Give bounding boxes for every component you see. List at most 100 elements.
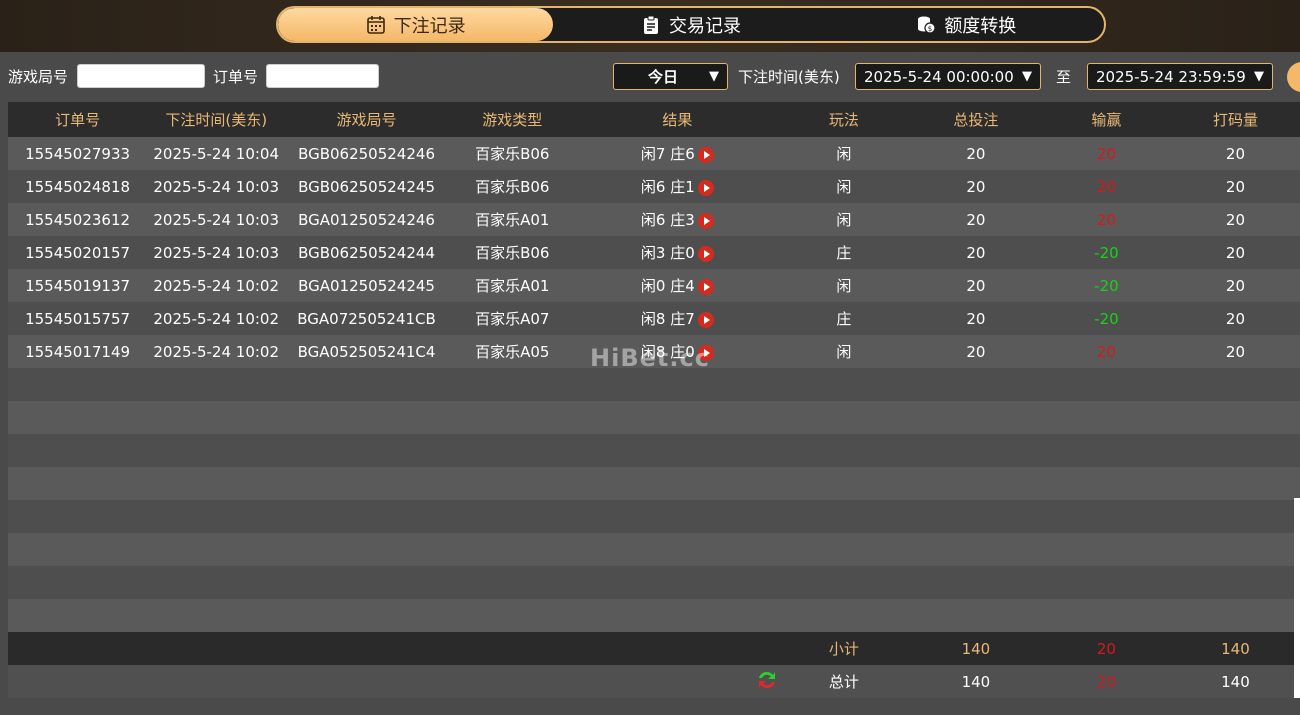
game-type-value: 百家乐B06 (475, 145, 550, 163)
svg-text:$: $ (928, 25, 932, 33)
turnover-value: 20 (1225, 276, 1245, 295)
play-replay-icon[interactable] (697, 311, 714, 328)
empty-cell (909, 500, 1042, 533)
win-loss-value: -20 (1094, 276, 1119, 295)
tab-credit-transfer[interactable]: $ 额度转换 (829, 8, 1104, 41)
empty-cell (147, 434, 286, 467)
summary-cell: 20 (1041, 665, 1171, 698)
empty-cell (1041, 500, 1171, 533)
table-header-row: 订单号 下注时间(美东) 游戏局号 游戏类型 结果 玩法 总投注 输赢 打码量 (8, 102, 1300, 137)
empty-cell (447, 500, 577, 533)
dropdown-arrow-icon: ▼ (1022, 69, 1032, 84)
bet-time-value: 2025-5-24 10:04 (153, 144, 280, 163)
tab-bet-records[interactable]: 下注记录 (278, 8, 554, 41)
end-time-select[interactable]: 2025-5-24 23:59:59 ▼ (1087, 63, 1273, 90)
empty-cell (147, 533, 286, 566)
empty-cell (1170, 566, 1300, 599)
empty-cell (777, 566, 910, 599)
cell-round-number: BGA01250524246 (285, 203, 448, 236)
cell-bet-time: 2025-5-24 10:03 (147, 236, 286, 269)
empty-cell (576, 467, 778, 500)
refresh-icon[interactable] (756, 669, 778, 695)
bet-type-value: 庄 (836, 310, 852, 328)
empty-cell (909, 533, 1042, 566)
order-number-input[interactable] (266, 64, 379, 88)
win-loss-value: -20 (1094, 309, 1119, 328)
empty-cell (777, 434, 910, 467)
empty-cell (777, 500, 910, 533)
bet-type-value: 闲 (836, 178, 852, 196)
bet-type-value: 庄 (836, 244, 852, 262)
period-value: 今日 (648, 68, 679, 86)
win-loss-value: 20 (1096, 342, 1116, 361)
cell-bet-type: 闲 (777, 137, 910, 170)
cell-win-loss: 20 (1041, 170, 1171, 203)
empty-row (8, 500, 1300, 533)
empty-cell (1170, 434, 1300, 467)
bet-time-value: 2025-5-24 10:03 (153, 243, 280, 262)
play-replay-icon[interactable] (697, 212, 714, 229)
dropdown-arrow-icon: ▼ (709, 69, 719, 84)
summary-cell: 140 (909, 665, 1042, 698)
empty-cell (777, 368, 910, 401)
cell-round-number: BGB06250524246 (285, 137, 448, 170)
to-label: 至 (1056, 68, 1072, 86)
empty-cell (147, 599, 286, 632)
play-replay-icon[interactable] (697, 179, 714, 196)
round-number-value: BGA052505241C4 (297, 342, 436, 361)
empty-cell (777, 533, 910, 566)
empty-cell (909, 566, 1042, 599)
cell-result: 闲3 庄0 (576, 236, 778, 269)
empty-cell (8, 566, 148, 599)
bet-records-table: 订单号 下注时间(美东) 游戏局号 游戏类型 结果 玩法 总投注 输赢 打码量 15545027… (8, 102, 1300, 698)
cell-round-number: BGA072505241CB (285, 302, 448, 335)
play-replay-icon[interactable] (697, 278, 714, 295)
total-bet-value: 20 (966, 276, 986, 295)
empty-cell (285, 434, 448, 467)
game-type-value: 百家乐B06 (475, 244, 550, 262)
table-row: 15545019137 2025-5-24 10:02 BGA01250524245… (8, 269, 1300, 302)
total-value: 140 (961, 672, 991, 691)
result-value: 闲7 庄6 (640, 145, 695, 163)
order-number-value: 15545023612 (25, 210, 131, 229)
period-select[interactable]: 今日 ▼ (613, 63, 728, 90)
play-replay-icon[interactable] (697, 146, 714, 163)
summary-cell (147, 632, 286, 665)
cell-total-bet: 20 (909, 236, 1042, 269)
tab-label: 额度转换 (944, 15, 1017, 37)
turnover-value: 20 (1225, 144, 1245, 163)
summary-cell (8, 665, 148, 698)
start-time-select[interactable]: 2025-5-24 00:00:00 ▼ (855, 63, 1041, 90)
tab-transaction-records[interactable]: 交易记录 (553, 8, 828, 41)
summary-cell (447, 632, 577, 665)
summary-cell (576, 632, 778, 665)
result-value: 闲3 庄0 (640, 244, 695, 262)
empty-cell (576, 533, 778, 566)
empty-cell (909, 401, 1042, 434)
empty-cell (1041, 368, 1171, 401)
side-panel-edge (1294, 498, 1300, 698)
cell-order-number: 15545027933 (8, 137, 148, 170)
empty-row (8, 599, 1300, 632)
play-replay-icon[interactable] (697, 245, 714, 262)
bet-type-value: 闲 (836, 343, 852, 361)
game-type-value: 百家乐A07 (475, 310, 550, 328)
cell-game-type: 百家乐B06 (447, 170, 577, 203)
empty-cell (447, 533, 577, 566)
summary-cell (147, 665, 286, 698)
empty-cell (1170, 533, 1300, 566)
time-label: 下注时间(美东) (738, 68, 840, 86)
cell-order-number: 15545023612 (8, 203, 148, 236)
turnover-value: 20 (1225, 309, 1245, 328)
cell-bet-time: 2025-5-24 10:04 (147, 137, 286, 170)
empty-cell (447, 566, 577, 599)
cell-round-number: BGB06250524245 (285, 170, 448, 203)
empty-cell (285, 368, 448, 401)
tab-label: 下注记录 (393, 15, 466, 37)
empty-cell (147, 467, 286, 500)
total-bet-value: 20 (966, 144, 986, 163)
round-number-input[interactable] (77, 64, 205, 88)
cell-win-loss: 20 (1041, 203, 1171, 236)
order-number-value: 15545027933 (25, 144, 131, 163)
dropdown-arrow-icon: ▼ (1254, 69, 1264, 84)
